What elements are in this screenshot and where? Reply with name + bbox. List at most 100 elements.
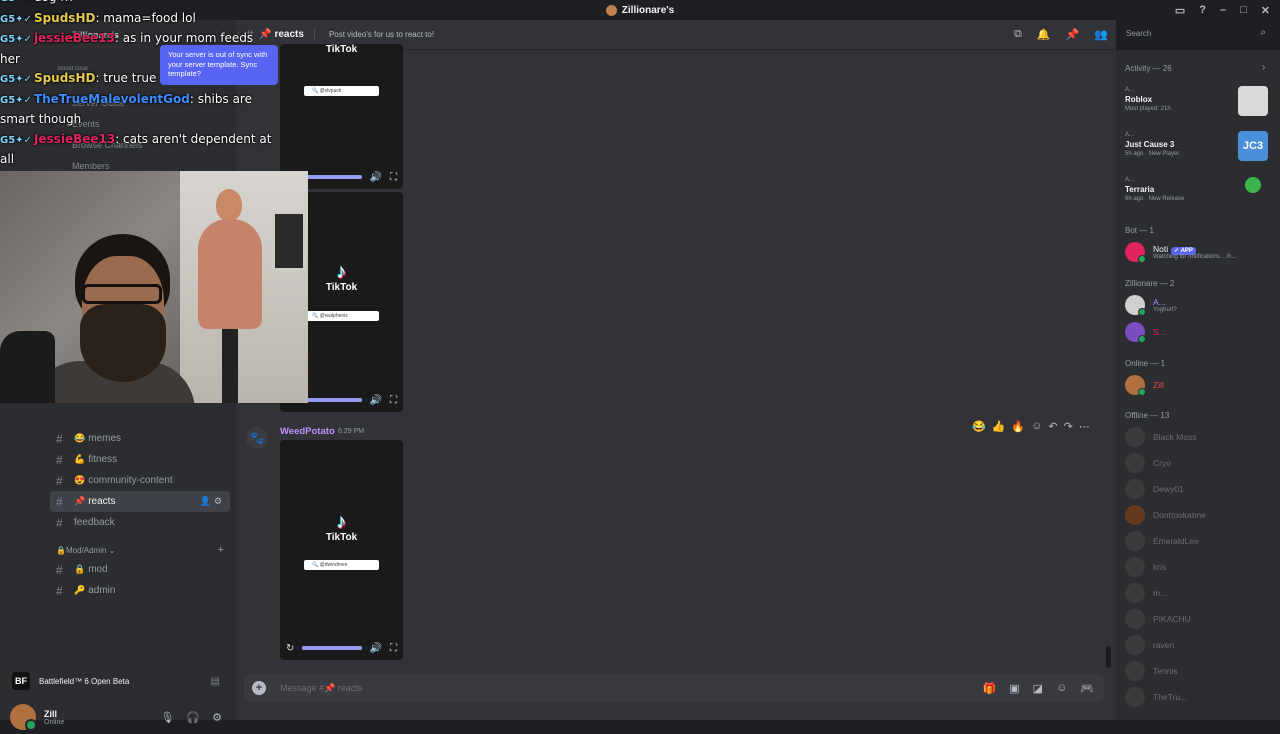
laugh-reaction-icon[interactable]: 😂 (972, 420, 986, 433)
add-reaction-icon[interactable]: ☺ (1031, 420, 1042, 432)
member-item[interactable]: Zill (1125, 373, 1275, 397)
activity-card[interactable]: A... Terraria 6h ago · New Release (1120, 172, 1274, 212)
gear-icon[interactable]: ⚙ (212, 711, 222, 724)
help-icon[interactable]: ? (1199, 4, 1206, 16)
channel-emoji: 🔑 (74, 585, 86, 595)
roblox-icon (1238, 86, 1268, 116)
sticker-icon[interactable]: ◪ (1033, 682, 1043, 695)
activity-card[interactable]: A... Just Cause 3 5h ago · New Player JC… (1120, 127, 1274, 167)
member-item[interactable]: raven (1125, 633, 1275, 657)
message-actions: 😂 👍 🔥 ☺ ↶ ↷ ⋯ (966, 415, 1096, 437)
role-header: Zillionare — 2 (1125, 279, 1175, 288)
stream-chat-line: G5✦✓ jessieBee13: as in your mom feeds (0, 29, 300, 50)
progress-bar[interactable] (302, 398, 362, 402)
thumbs-up-reaction-icon[interactable]: 👍 (992, 420, 1006, 433)
channel-label: memes (88, 433, 122, 444)
member-item[interactable]: Noti ✓ APP Watching for notifications... /… (1125, 240, 1275, 264)
channel-settings-icon[interactable]: 👤⚙ (200, 496, 225, 507)
message-timestamp: 6:29 PM (338, 428, 365, 435)
channel-label: fitness (88, 454, 118, 465)
more-icon[interactable]: ⋯ (1079, 420, 1090, 433)
channel-memes[interactable]: # 😂 memes (50, 428, 230, 449)
volume-icon[interactable]: 🔊 (370, 395, 382, 406)
member-list-icon[interactable]: 👥 (1094, 28, 1108, 41)
video-attachment[interactable]: ♪ TikTok 🔍 @dwindmee ↻ 🔊 ⛶ (280, 440, 403, 660)
stream-chat-overlay: G5✦✓dog rnG5✦✓SpudsHD: mama=food lolG5✦✓… (0, 0, 300, 170)
fullscreen-icon[interactable]: ⛶ (390, 172, 397, 183)
chat-message-text: dog rn (34, 0, 73, 4)
chevron-down-icon: ⌄ (106, 545, 116, 555)
volume-icon[interactable]: 🔊 (370, 172, 382, 183)
member-item[interactable]: Donttookatme (1125, 503, 1275, 527)
channel-emoji: 💪 (74, 454, 86, 464)
member-item[interactable]: m... (1125, 581, 1275, 605)
message-placeholder: Message #📌 reacts (280, 682, 363, 693)
inbox-icon[interactable]: ▭ (1175, 4, 1185, 17)
close-button[interactable]: ✕ (1261, 4, 1270, 17)
replay-icon[interactable]: ↻ (286, 643, 294, 654)
category-mod-admin[interactable]: 🔒 Mod/Admin ⌄ + (50, 541, 230, 559)
member-item[interactable]: EmeraldLee (1125, 529, 1275, 553)
apps-icon[interactable]: 🎮 (1080, 682, 1094, 695)
chat-message-text: all (0, 152, 15, 166)
progress-bar[interactable] (302, 175, 362, 179)
bell-icon[interactable]: 🔔 (1037, 28, 1051, 41)
pin-icon[interactable]: 📌 (1066, 28, 1080, 41)
tiktok-handle: 🔍 @vlvpuck (304, 86, 379, 96)
member-item[interactable]: S... (1125, 320, 1275, 344)
channel-fitness[interactable]: # 💪 fitness (50, 449, 230, 470)
activity-card[interactable]: A... Roblox Most played: 21h (1120, 82, 1274, 122)
member-item[interactable]: Black Moss (1125, 425, 1275, 449)
message-input[interactable]: + Message #📌 reacts 🎁 ▣ ◪ ☺ 🎮 (244, 674, 1104, 702)
gif-icon[interactable]: ▣ (1009, 682, 1019, 695)
member-item[interactable]: Cryo (1125, 451, 1275, 475)
headphones-icon[interactable]: 🎧 (186, 711, 200, 724)
fullscreen-icon[interactable]: ⛶ (390, 395, 397, 406)
channel-feedback[interactable]: # feedback (50, 512, 230, 533)
message-author[interactable]: WeedPotato (280, 426, 335, 437)
add-channel-icon[interactable]: + (218, 544, 224, 556)
avatar[interactable] (10, 704, 37, 731)
maximize-button[interactable]: □ (1240, 4, 1247, 16)
activity-panel-icon[interactable]: ▤ (211, 676, 220, 687)
chat-username: SpudsHD (33, 10, 96, 25)
fire-reaction-icon[interactable]: 🔥 (1011, 420, 1025, 433)
activity-bar[interactable]: BF Battlefield™ 6 Open Beta ▤ (6, 666, 230, 696)
member-item[interactable]: Tennis (1125, 659, 1275, 683)
tiktok-label: TikTok (325, 282, 358, 293)
channel-admin[interactable]: # 🔑 admin (50, 580, 230, 601)
search-input[interactable]: Search ⌕ (1120, 24, 1272, 44)
progress-bar[interactable] (302, 646, 362, 650)
channel-community-content[interactable]: # 😍 community-content (50, 470, 230, 491)
scrollbar[interactable] (1106, 646, 1111, 668)
volume-icon[interactable]: 🔊 (370, 643, 382, 654)
avatar[interactable]: 🐾 (246, 427, 268, 449)
chat-area: # 📌 reacts Post video's for us to react … (236, 20, 1116, 720)
member-item[interactable]: PIKACHU (1125, 607, 1275, 631)
hash-icon: # (56, 473, 63, 488)
member-item[interactable]: TheTru... (1125, 685, 1275, 709)
chat-username: SpudsHD (33, 71, 96, 85)
game-logo-icon: BF (12, 672, 30, 690)
chat-badge-icon: G5✦✓ (0, 0, 32, 4)
chat-message-text: smart though (0, 112, 82, 126)
member-item[interactable]: A... Yoghurt? (1125, 293, 1275, 317)
fullscreen-icon[interactable]: ⛶ (390, 643, 397, 654)
member-item[interactable]: kris (1125, 555, 1275, 579)
channel-mod[interactable]: # 🔒 mod (50, 559, 230, 580)
reply-icon[interactable]: ↶ (1048, 420, 1057, 433)
forward-icon[interactable]: ↷ (1064, 420, 1073, 433)
upload-plus-icon[interactable]: + (252, 681, 266, 695)
tiktok-label: TikTok (325, 532, 358, 543)
channel-reacts[interactable]: # 📌 reacts 👤⚙ (50, 491, 230, 512)
member-item[interactable]: Dewy01 (1125, 477, 1275, 501)
terraria-icon (1238, 176, 1268, 206)
stream-chat-line: G5✦✓dog rn (0, 0, 300, 9)
channel-topic: Post video's for us to react to! (328, 30, 435, 39)
emoji-icon[interactable]: ☺ (1056, 682, 1067, 695)
microphone-icon[interactable]: 🎙 (160, 711, 174, 724)
minimize-button[interactable]: – (1220, 4, 1226, 16)
gift-icon[interactable]: 🎁 (983, 682, 997, 695)
chevron-right-icon[interactable]: › (1262, 62, 1265, 73)
threads-icon[interactable]: ⧉ (1014, 28, 1022, 41)
